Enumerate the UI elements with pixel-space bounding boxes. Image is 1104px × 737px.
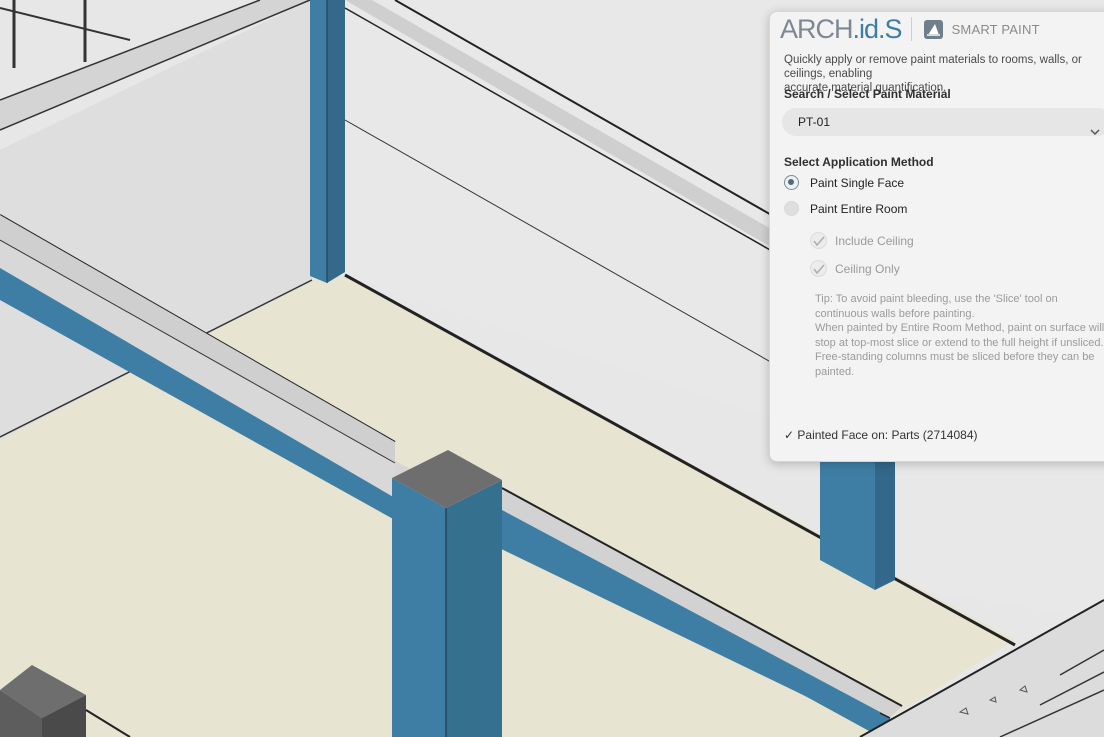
chevron-down-icon	[1090, 118, 1100, 146]
panel-title: SMART PAINT	[951, 21, 1040, 37]
smart-paint-panel: ARCH.id.S SMART PAINT Quickly apply or r…	[769, 11, 1104, 462]
checkbox-ceiling-only[interactable]: Ceiling Only	[810, 260, 900, 277]
checkbox-label: Include Ceiling	[835, 233, 914, 248]
option-paint-single-face[interactable]: Paint Single Face	[784, 175, 904, 190]
material-select[interactable]: PT-01	[782, 108, 1104, 136]
method-label: Select Application Method	[784, 155, 934, 169]
checkmark-icon[interactable]	[810, 232, 827, 249]
header-divider	[910, 17, 912, 41]
option-label: Paint Entire Room	[810, 201, 908, 216]
radio-button-selected[interactable]	[784, 175, 799, 190]
option-paint-entire-room[interactable]: Paint Entire Room	[784, 201, 907, 216]
selected-material: PT-01	[798, 115, 831, 129]
smart-paint-icon	[923, 19, 943, 39]
panel-header: ARCH.id.S SMART PAINT	[780, 14, 1040, 44]
tip-text: Tip: To avoid paint bleeding, use the 'S…	[815, 293, 1104, 378]
checkbox-include-ceiling[interactable]: Include Ceiling	[810, 232, 914, 249]
status-message: ✓ Painted Face on: Parts (2714084)	[784, 428, 978, 442]
column-front	[392, 478, 446, 737]
search-label: Search / Select Paint Material	[784, 87, 951, 101]
checkbox-label: Ceiling Only	[835, 261, 900, 276]
option-label: Paint Single Face	[810, 175, 905, 190]
checkmark-icon[interactable]	[810, 260, 827, 277]
archids-logo: ARCH.id.S	[780, 13, 903, 44]
radio-button[interactable]	[784, 201, 799, 216]
column-back	[310, 0, 327, 283]
